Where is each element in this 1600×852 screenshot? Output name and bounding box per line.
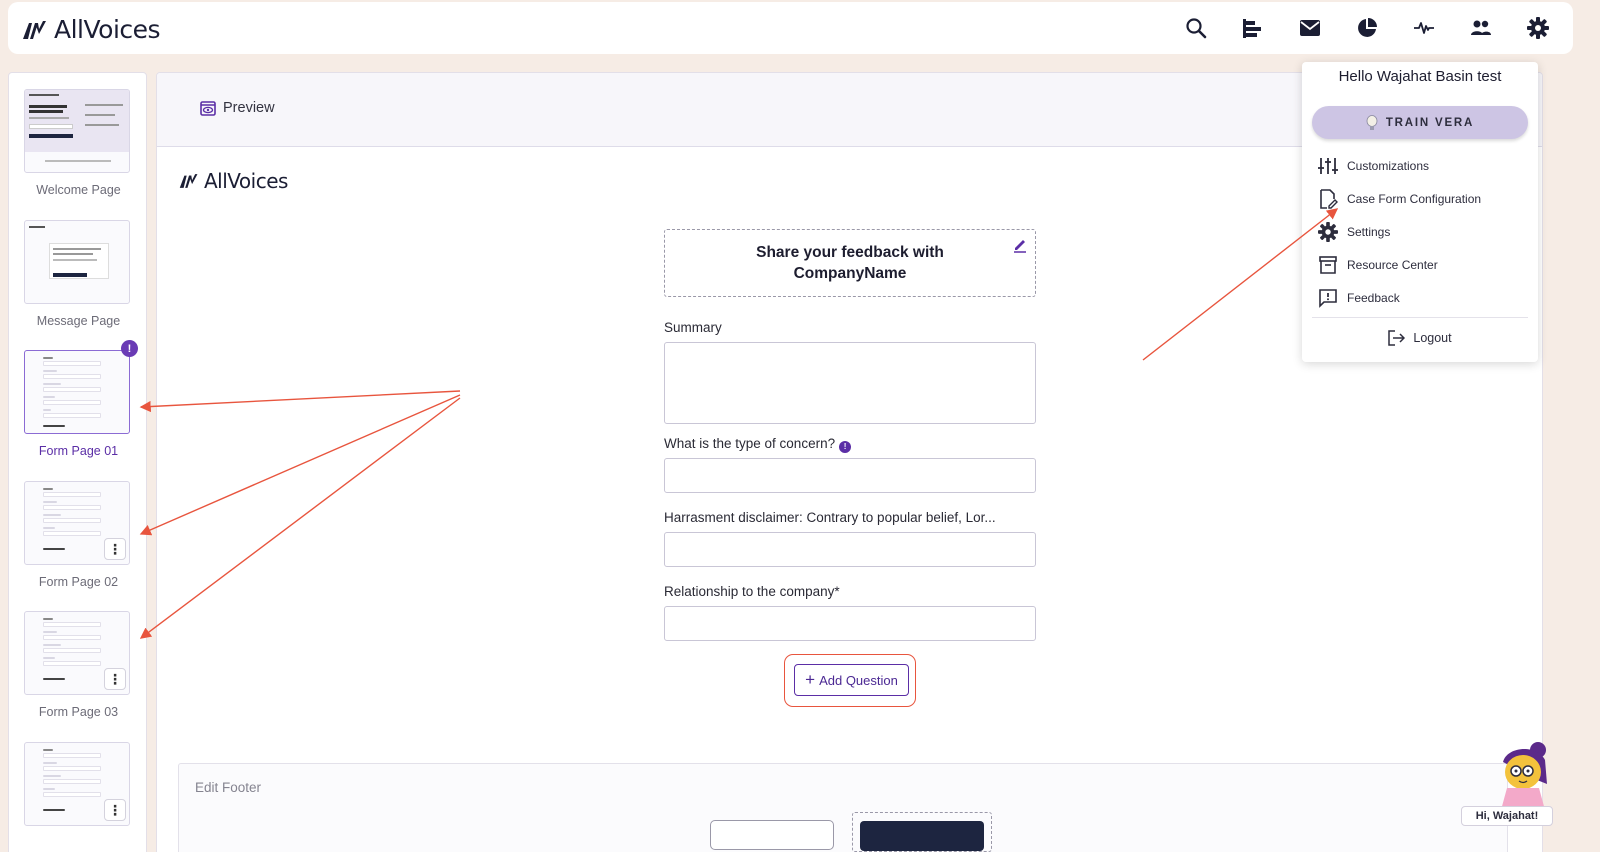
users-icon[interactable] <box>1468 15 1494 41</box>
gear-icon <box>1318 222 1338 242</box>
edit-footer-label: Edit Footer <box>195 780 262 795</box>
form-brand-logo: AllVoices <box>179 169 288 193</box>
feedback-icon <box>1319 289 1337 308</box>
top-nav-icons <box>1183 15 1551 41</box>
lightbulb-icon <box>1366 114 1378 130</box>
menu-item-resource-center[interactable]: Resource Center <box>1318 255 1438 275</box>
form-title-block[interactable]: Share your feedback with CompanyName <box>664 229 1036 297</box>
assistant-greeting[interactable]: Hi, Wajahat! <box>1461 806 1553 826</box>
archive-icon <box>1319 256 1337 274</box>
concern-type-input[interactable] <box>664 458 1036 493</box>
menu-item-label: Customizations <box>1347 159 1430 173</box>
add-question-highlight: + Add Question <box>784 654 916 707</box>
warning-badge: ! <box>121 340 138 357</box>
thumbnail-message-page[interactable] <box>24 220 130 304</box>
menu-item-label: Resource Center <box>1347 258 1438 272</box>
thumbnail-more-icon[interactable]: ⋮ <box>104 668 126 690</box>
edit-footer-section[interactable]: Edit Footer <box>178 763 1508 852</box>
menu-item-label: Case Form Configuration <box>1347 192 1482 206</box>
summary-textarea[interactable] <box>664 342 1036 424</box>
thumbnail-label-active: Form Page 01 <box>38 444 119 458</box>
menu-divider <box>1312 317 1528 318</box>
thumbnail-label: Welcome Page <box>36 183 121 197</box>
train-vera-label: TRAIN VERA <box>1385 116 1475 129</box>
logout-icon <box>1388 330 1406 346</box>
footer-primary-button-frame <box>852 812 992 852</box>
preview-label: Preview <box>223 100 275 116</box>
sliders-icon <box>1318 158 1338 174</box>
thumbnail-label: Form Page 03 <box>38 705 119 719</box>
pie-chart-icon[interactable] <box>1354 15 1380 41</box>
eye-icon <box>200 100 216 116</box>
thumbnail-form-page-01[interactable] <box>24 350 130 434</box>
logout-label: Logout <box>1413 331 1452 345</box>
pencil-icon[interactable] <box>1012 237 1028 259</box>
footer-primary-button[interactable] <box>860 821 984 851</box>
thumbnail-more-icon[interactable]: ⋮ <box>104 799 126 821</box>
form-brand-name: AllVoices <box>204 169 288 193</box>
thumbnail-form-page-02[interactable]: ⋮ <box>24 481 130 565</box>
thumbnail-form-page-03[interactable]: ⋮ <box>24 611 130 695</box>
question-label-disclaimer: Harrasment disclaimer: Contrary to popul… <box>664 510 996 525</box>
menu-item-settings[interactable]: Settings <box>1318 222 1390 242</box>
gear-icon[interactable] <box>1525 15 1551 41</box>
thumbnail-form-page-04[interactable]: ⋮ <box>24 742 130 826</box>
thumbnail-label: Message Page <box>36 314 121 328</box>
allvoices-logo-icon <box>179 174 198 188</box>
question-label-concern-text: What is the type of concern? <box>664 436 836 451</box>
assistant-avatar[interactable] <box>1489 740 1559 810</box>
thumbnail-welcome-page[interactable] <box>24 89 130 173</box>
plus-icon: + <box>805 670 816 689</box>
menu-item-customizations[interactable]: Customizations <box>1318 156 1429 176</box>
info-icon[interactable]: ! <box>839 440 852 453</box>
preview-button[interactable]: Preview <box>200 100 275 116</box>
logout-button[interactable]: Logout <box>1302 330 1538 346</box>
disclaimer-input[interactable] <box>664 532 1036 567</box>
menu-item-case-form-configuration[interactable]: Case Form Configuration <box>1318 189 1481 209</box>
relationship-input[interactable] <box>664 606 1036 641</box>
question-label-relationship: Relationship to the company* <box>664 584 840 599</box>
allvoices-logo-icon <box>23 20 46 39</box>
file-edit-icon <box>1320 189 1338 209</box>
train-vera-button[interactable]: TRAIN VERA <box>1312 106 1528 139</box>
question-label-concern: What is the type of concern?! <box>664 436 852 453</box>
activity-icon[interactable] <box>1411 15 1437 41</box>
menu-item-label: Settings <box>1347 225 1391 239</box>
top-bar: AllVoices <box>8 2 1573 54</box>
align-left-icon[interactable] <box>1240 15 1266 41</box>
search-icon[interactable] <box>1183 15 1209 41</box>
thumbnail-more-icon[interactable]: ⋮ <box>104 538 126 560</box>
menu-item-feedback[interactable]: Feedback <box>1318 288 1400 308</box>
form-title: Share your feedback with CompanyName <box>756 244 944 282</box>
footer-secondary-button[interactable] <box>710 820 834 850</box>
mail-icon[interactable] <box>1297 15 1323 41</box>
page-thumbnails-sidebar: Welcome Page Message Page Form Page 01 ⋮… <box>8 72 147 852</box>
add-question-button[interactable]: + Add Question <box>794 664 909 696</box>
brand-logo[interactable]: AllVoices <box>22 15 161 44</box>
add-question-label: Add Question <box>819 672 898 688</box>
profile-dropdown-menu: Hello Wajahat Basin test TRAIN VERA Cust… <box>1302 62 1538 362</box>
greeting-text: Hello Wajahat Basin test <box>1338 68 1502 85</box>
question-label-summary: Summary <box>664 320 722 335</box>
menu-item-label: Feedback <box>1347 291 1400 305</box>
thumbnail-label: Form Page 02 <box>38 575 119 589</box>
brand-name: AllVoices <box>54 15 161 44</box>
